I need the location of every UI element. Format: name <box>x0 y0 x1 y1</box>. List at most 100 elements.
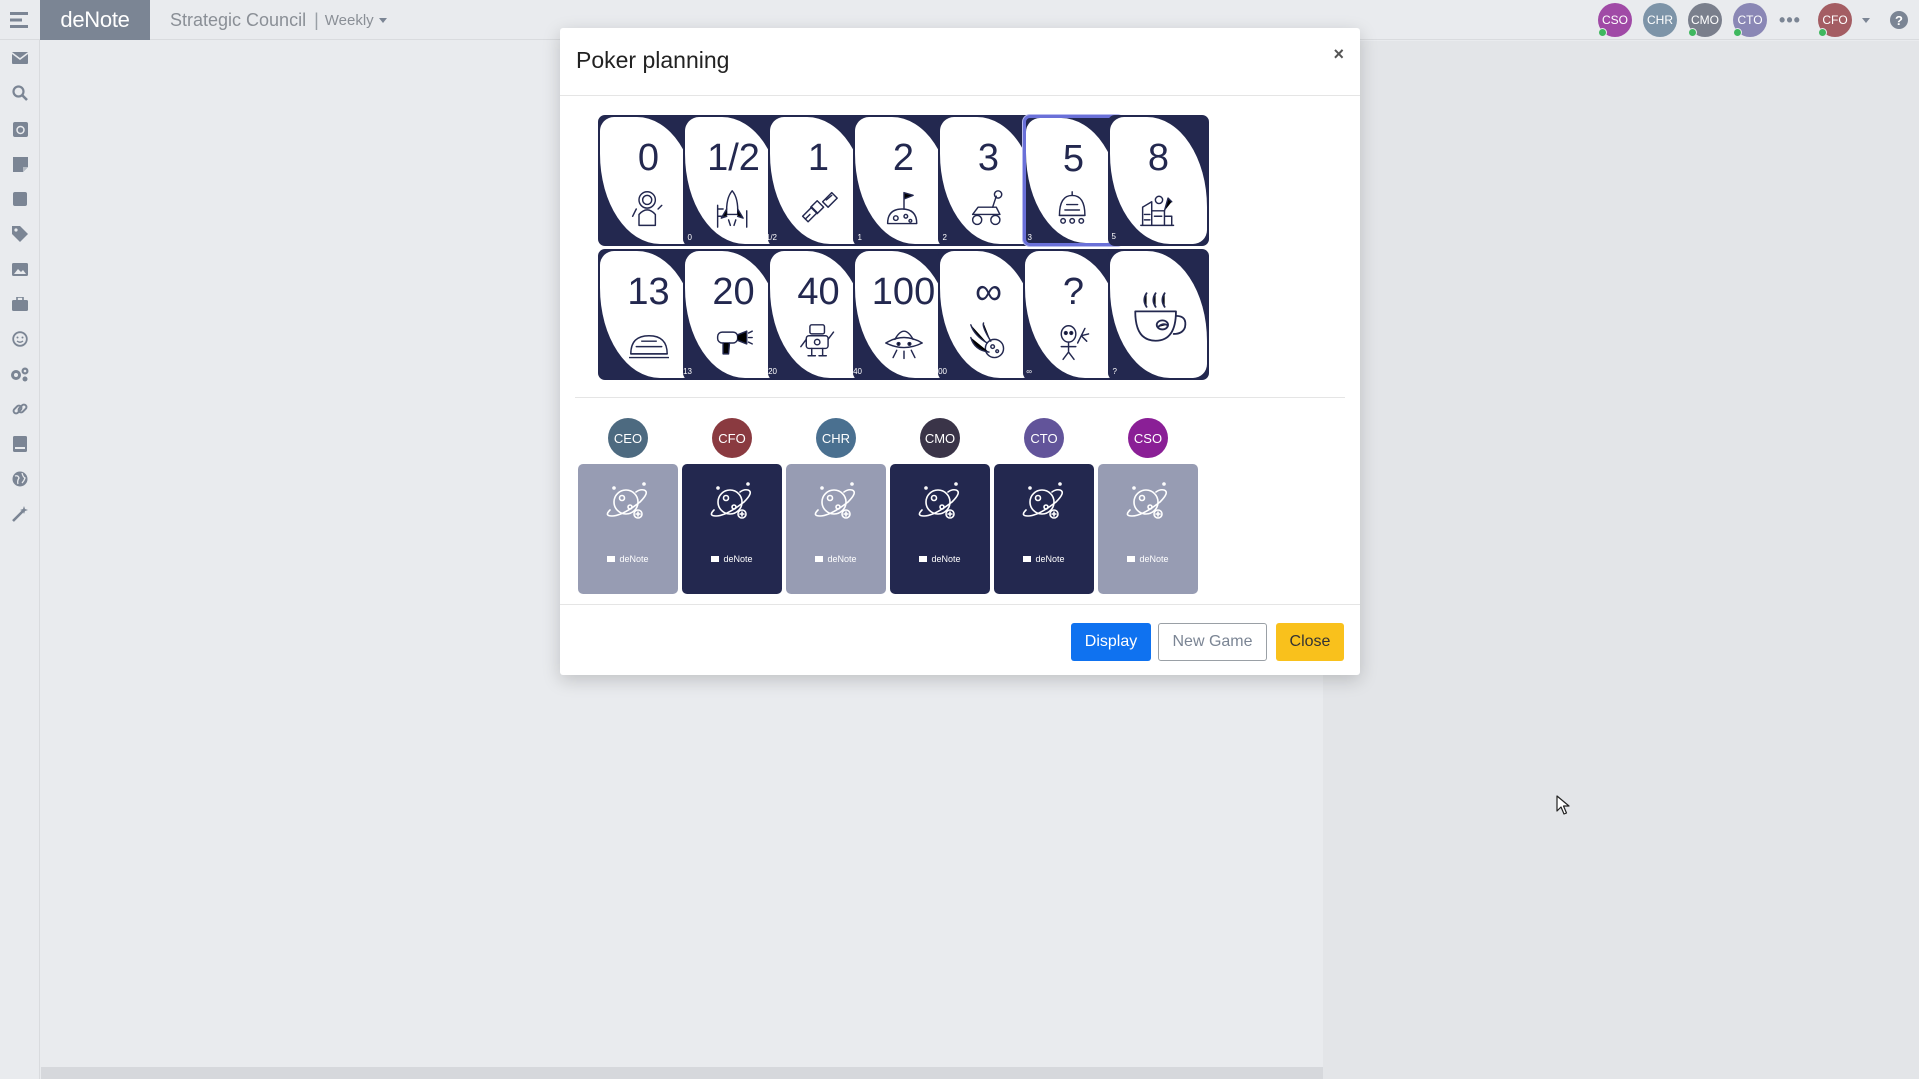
close-button[interactable]: Close <box>1276 623 1344 661</box>
card-corner-value: 20 <box>690 253 699 262</box>
sidebar <box>0 40 40 1079</box>
card-brand: deNote <box>890 554 990 564</box>
menu-toggle-icon[interactable] <box>0 0 40 40</box>
card-corner-value: 20 <box>768 367 777 376</box>
planet-icon <box>1126 480 1170 529</box>
card-corner-value: 5 <box>1031 120 1036 129</box>
display-button[interactable]: Display <box>1071 623 1151 661</box>
participant-avatar[interactable]: CTO <box>1733 3 1767 37</box>
mouse-cursor-icon <box>1556 795 1570 820</box>
envelope-icon[interactable] <box>9 47 31 69</box>
user-menu-chevron-icon[interactable] <box>1862 17 1870 23</box>
player-avatar[interactable]: CMO <box>920 418 960 458</box>
horizontal-scrollbar[interactable] <box>41 1067 1323 1079</box>
workspace-selector[interactable]: Strategic Council | Weekly <box>170 0 387 40</box>
card-corner-value: ★ <box>1194 367 1202 376</box>
chevron-down-icon <box>378 17 387 23</box>
close-icon[interactable]: × <box>1333 44 1344 65</box>
poker-card[interactable]: 8 8 8 <box>1108 115 1209 246</box>
note-icon[interactable] <box>9 153 31 175</box>
card-corner-value: 2 <box>860 119 865 128</box>
link-icon[interactable] <box>9 398 31 420</box>
tag-icon[interactable] <box>9 223 31 245</box>
card-corner-value: 40 <box>775 253 784 262</box>
card-corner-value: 8 <box>1115 119 1120 128</box>
card-corner-value: 2 <box>942 233 947 242</box>
briefcase-icon[interactable] <box>9 293 31 315</box>
card-corner-value: ? <box>1112 367 1117 376</box>
new-game-button[interactable]: New Game <box>1158 623 1267 661</box>
poker-planning-modal: Poker planning × 0 0 0 1/2 1/2 1/2 1 1 1 2 2 2 3 3 3 5 5… <box>560 28 1360 675</box>
avatar-initials: CMO <box>1691 13 1719 27</box>
planet-icon <box>710 480 754 529</box>
player-card-waiting: deNote <box>1098 464 1198 594</box>
rocket-icon <box>714 187 754 236</box>
online-status-dot <box>1818 28 1827 37</box>
card-brand: deNote <box>786 554 886 564</box>
satellite-icon <box>799 187 839 236</box>
modal-header: Poker planning × <box>560 28 1360 96</box>
logo-icon <box>711 556 720 562</box>
player-avatar[interactable]: CFO <box>712 418 752 458</box>
square-icon[interactable] <box>9 188 31 210</box>
smiley-icon[interactable] <box>9 328 31 350</box>
ray-gun-icon <box>714 321 754 370</box>
ufo-icon <box>884 321 924 370</box>
card-brand: deNote <box>994 554 1094 564</box>
space-station-icon <box>1054 188 1094 237</box>
online-status-dot <box>1733 28 1742 37</box>
player-avatar[interactable]: CSO <box>1128 418 1168 458</box>
book-icon[interactable] <box>9 433 31 455</box>
globe-icon[interactable] <box>9 468 31 490</box>
card-brand-label: deNote <box>723 554 753 564</box>
card-value: 8 <box>1147 137 1170 179</box>
player-avatar[interactable]: CHR <box>816 418 856 458</box>
avatar-initials: CSO <box>1601 13 1628 27</box>
comet-icon <box>969 321 1009 370</box>
card-brand-label: deNote <box>1035 554 1065 564</box>
modal-footer: Display New Game Close <box>560 604 1360 675</box>
card-corner-value: 0 <box>605 119 610 128</box>
participant-avatar[interactable]: CMO <box>1688 3 1722 37</box>
logo-icon <box>607 556 616 562</box>
app-logo[interactable]: deNote <box>40 0 150 40</box>
player-avatar[interactable]: CEO <box>608 418 648 458</box>
modal-title: Poker planning <box>576 47 730 73</box>
help-icon[interactable]: ? <box>1890 11 1908 29</box>
card-corner-value: 13 <box>605 253 614 262</box>
astronaut-icon <box>629 187 669 236</box>
avatar-initials: CFO <box>1822 13 1848 27</box>
player-card-voted: deNote <box>682 464 782 594</box>
avatar-initials: CTO <box>1737 13 1763 27</box>
card-corner-value: ∞ <box>1026 367 1032 376</box>
poker-card[interactable]: ★ ★ <box>1108 249 1209 380</box>
participant-avatar[interactable]: CHR <box>1643 3 1677 37</box>
logo-icon <box>1127 556 1136 562</box>
card-brand-label: deNote <box>827 554 857 564</box>
side-panel <box>1323 41 1919 1079</box>
current-user-avatar[interactable]: CFO <box>1818 3 1852 37</box>
calendar-icon[interactable] <box>9 118 31 140</box>
image-icon[interactable] <box>9 258 31 280</box>
base-icon <box>1139 187 1179 236</box>
card-brand-label: deNote <box>619 554 649 564</box>
moon-flag-icon <box>884 187 924 236</box>
search-icon[interactable] <box>9 82 31 104</box>
magic-icon[interactable] <box>9 503 31 525</box>
participant-avatar[interactable]: CSO <box>1598 3 1632 37</box>
divider <box>575 397 1345 398</box>
player-card-voted: deNote <box>890 464 990 594</box>
card-corner-value: 1/2 <box>765 233 777 242</box>
workspace-name[interactable]: Strategic Council <box>170 10 306 31</box>
cogs-icon[interactable] <box>9 363 31 385</box>
participants-bar: CSO CHR CMO CTO ••• CFO ? <box>1598 3 1919 37</box>
frequency-dropdown[interactable]: Weekly <box>325 12 387 29</box>
card-corner-value: 3 <box>945 119 950 128</box>
planet-icon <box>918 480 962 529</box>
online-status-dot <box>1598 28 1607 37</box>
card-corner-value: 1/2 <box>690 119 702 128</box>
player-avatar[interactable]: CTO <box>1024 418 1064 458</box>
more-options-icon[interactable]: ••• <box>1778 3 1802 37</box>
card-corner-value: 40 <box>853 367 862 376</box>
card-brand: deNote <box>682 554 782 564</box>
